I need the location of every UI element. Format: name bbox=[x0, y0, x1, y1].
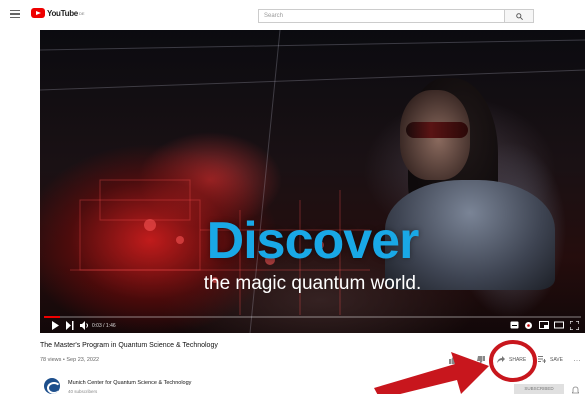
youtube-logo[interactable]: YouTube DE bbox=[31, 8, 85, 18]
more-options-icon[interactable]: … bbox=[573, 354, 581, 363]
video-player[interactable]: Discover the magic quantum world. 0:03 /… bbox=[40, 30, 585, 333]
subscriber-count: 40 subscribers bbox=[68, 389, 98, 394]
share-button[interactable]: SHARE bbox=[497, 356, 526, 363]
search-icon bbox=[516, 13, 523, 20]
progress-fill bbox=[44, 316, 61, 318]
play-logo-icon bbox=[31, 8, 45, 18]
theater-mode-icon[interactable] bbox=[554, 321, 564, 329]
fullscreen-icon[interactable] bbox=[570, 321, 579, 330]
subscribed-button[interactable]: SUBSCRIBED bbox=[514, 384, 564, 394]
save-button[interactable]: SAVE bbox=[538, 356, 563, 363]
search-button[interactable] bbox=[504, 9, 534, 23]
laser-goggles bbox=[406, 122, 468, 138]
video-overlay-subtitle: the magic quantum world. bbox=[203, 273, 422, 294]
video-meta: 78 views • Sep 23, 2022 bbox=[40, 357, 100, 363]
time-display: 0:03 / 1:46 bbox=[92, 323, 116, 329]
save-label: SAVE bbox=[550, 356, 563, 363]
subtitles-icon[interactable] bbox=[510, 321, 519, 329]
dislike-button[interactable] bbox=[477, 356, 485, 364]
video-overlay-title: Discover bbox=[206, 212, 420, 270]
top-bar: YouTube DE Search bbox=[0, 0, 587, 30]
miniplayer-icon[interactable] bbox=[539, 321, 549, 329]
thumbs-up-icon bbox=[449, 356, 457, 364]
progress-bar[interactable] bbox=[44, 316, 581, 318]
thumbs-down-icon bbox=[477, 356, 485, 364]
share-label: SHARE bbox=[509, 356, 527, 363]
channel-avatar[interactable] bbox=[44, 378, 60, 394]
logo-text: YouTube bbox=[47, 8, 78, 18]
volume-icon[interactable] bbox=[80, 321, 89, 330]
video-title: The Master's Program in Quantum Science … bbox=[40, 342, 218, 349]
search-input[interactable]: Search bbox=[258, 9, 504, 23]
notification-bell-icon[interactable] bbox=[572, 386, 579, 394]
playlist-add-icon bbox=[538, 356, 546, 363]
hamburger-menu-icon[interactable] bbox=[10, 10, 20, 19]
next-icon[interactable] bbox=[66, 321, 74, 330]
settings-gear-icon[interactable] bbox=[524, 321, 533, 330]
annotation-arrow bbox=[374, 352, 489, 394]
share-arrow-icon bbox=[497, 356, 505, 363]
like-button[interactable] bbox=[449, 356, 457, 364]
channel-name[interactable]: Munich Center for Quantum Science & Tech… bbox=[68, 380, 191, 386]
logo-country: DE bbox=[78, 10, 85, 16]
play-icon[interactable] bbox=[52, 321, 59, 330]
player-controls: 0:03 / 1:46 bbox=[40, 319, 585, 333]
